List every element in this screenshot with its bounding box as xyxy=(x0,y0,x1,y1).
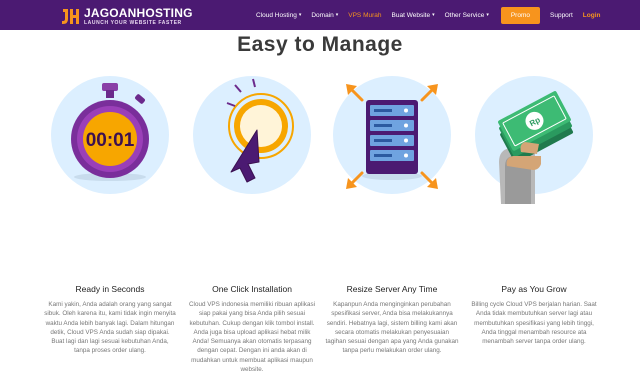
timer-text: 00:01 xyxy=(86,130,135,151)
nav-label: VPS Murah xyxy=(348,11,382,19)
chevron-down-icon: ▾ xyxy=(335,12,339,18)
feature-title: One Click Installation xyxy=(212,284,292,294)
nav-cloud-hosting[interactable]: Cloud Hosting ▾ xyxy=(256,12,301,19)
feature-description: Billing cycle Cloud VPS berjalan harian.… xyxy=(471,301,597,346)
jh-logo-icon xyxy=(60,6,80,26)
cursor-click-icon xyxy=(226,78,294,183)
feature-description: Cloud VPS indonesia memiliki ribuan apli… xyxy=(189,301,315,374)
nav-label: Cloud Hosting xyxy=(256,11,297,19)
feature-title: Pay as You Grow xyxy=(501,284,567,294)
login-link[interactable]: Login xyxy=(583,12,601,19)
section-title: Easy to Manage xyxy=(237,33,403,56)
feature-description: Kapanpun Anda menginginkan perubahan spe… xyxy=(325,301,459,355)
nav-vps-murah[interactable]: VPS Murah xyxy=(348,12,381,19)
feature-description: Kami yakin, Anda adalah orang yang sanga… xyxy=(44,301,176,355)
server-resize-icon xyxy=(346,84,438,189)
top-navbar: JAGOANHOSTING LAUNCH YOUR WEBSITE FASTER… xyxy=(0,0,640,30)
nav-domain[interactable]: Domain ▾ xyxy=(311,12,338,19)
chevron-down-icon: ▾ xyxy=(298,12,302,18)
nav-label: Buat Website xyxy=(391,11,431,19)
nav-label: Other Service xyxy=(444,11,485,19)
nav-support[interactable]: Support xyxy=(550,12,573,19)
logo-title: JAGOANHOSTING xyxy=(84,5,193,20)
stopwatch-icon: 00:01 xyxy=(71,83,149,181)
feature-title: Ready in Seconds xyxy=(75,284,145,294)
logo[interactable]: JAGOANHOSTING LAUNCH YOUR WEBSITE FASTER xyxy=(60,5,193,27)
feature-title: Resize Server Any Time xyxy=(346,284,438,294)
chevron-down-icon: ▾ xyxy=(486,12,489,18)
money-hand-icon: Rp xyxy=(498,91,573,204)
nav-other-service[interactable]: Other Service ▾ xyxy=(445,12,489,19)
nav-buat-website[interactable]: Buat Website ▾ xyxy=(392,12,435,19)
chevron-down-icon: ▾ xyxy=(432,12,435,18)
nav-label: Domain xyxy=(311,11,334,19)
main-nav: Cloud Hosting ▾ Domain ▾ VPS Murah Buat We… xyxy=(256,0,610,30)
promo-button[interactable]: Promo xyxy=(500,6,540,24)
logo-tagline: LAUNCH YOUR WEBSITE FASTER xyxy=(84,19,182,26)
